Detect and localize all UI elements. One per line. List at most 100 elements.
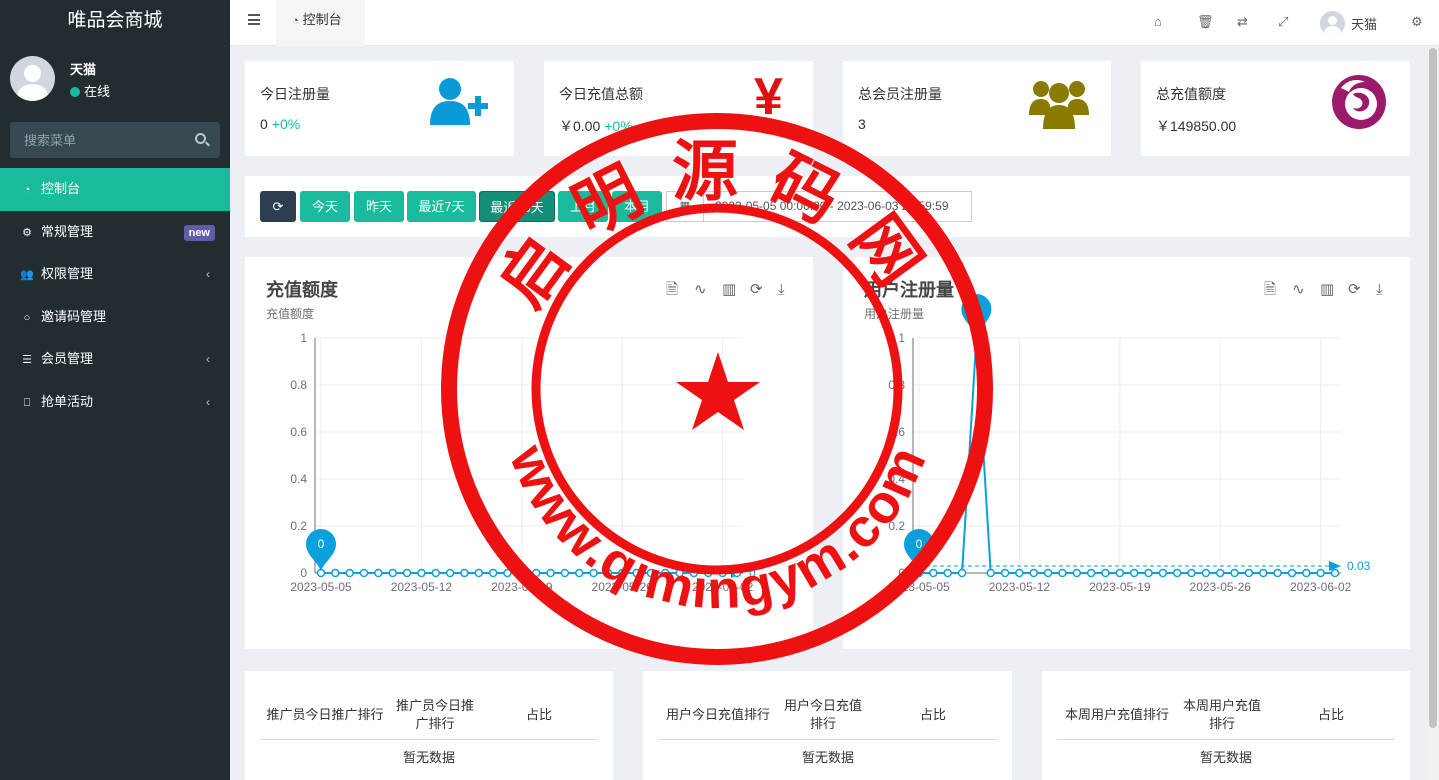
register-line-chart: 0 0.2 0.4 0.6 0.8 1 2023-05-05 2023-05-12 2023-0… (888, 294, 1371, 594)
trash-icon[interactable]: 🗑 (1197, 14, 1214, 30)
table-header: 用户今日充值排行 (658, 691, 778, 740)
table-header: 占比 (868, 691, 998, 740)
data-point (1058, 568, 1067, 578)
fullscreen-icon[interactable]: ⤢ (1278, 14, 1288, 30)
brand-logo[interactable]: 唯品会商城 (0, 0, 230, 45)
stat-label: 今日充值总额 (559, 86, 643, 102)
menu-search-input[interactable] (10, 122, 180, 158)
data-point (1043, 568, 1053, 578)
y-tick-label: 0.4 (290, 472, 307, 486)
data-point (1330, 568, 1340, 578)
chevron-left-icon: ‹ (206, 394, 210, 409)
sidebar-item-invite[interactable]: ○ 邀请码管理 (0, 296, 230, 339)
recharge-line-chart: 0 0.2 0.4 0.6 0.8 1 2023-05-05 2023-05-12 2023-0… (290, 331, 756, 594)
y-tick-label: 0.4 (888, 472, 905, 486)
data-point (517, 568, 527, 578)
data-point (1115, 568, 1125, 578)
data-point (661, 568, 670, 578)
stat-label: 总充值额度 (1156, 86, 1226, 102)
yesterday-button[interactable]: 昨天 (354, 191, 404, 222)
x-tick-label: 2023-05-12 (391, 580, 453, 594)
data-point (560, 568, 570, 578)
weekly-recharge-rank-table: 本周用户充值排行 本周用户充值排行 占比 暂无数据 (1042, 671, 1410, 780)
data-point (957, 568, 967, 578)
data-point (388, 568, 397, 578)
empty-row: 暂无数据 (801, 749, 854, 765)
stat-total-recharge: 总充值额度 ￥149850.00 (1141, 61, 1410, 156)
x-tick-label: 2023-05-05 (290, 580, 352, 594)
data-point (345, 568, 354, 578)
data-point (474, 568, 484, 578)
x-tick-label: 2023-05-12 (989, 580, 1051, 594)
group-icon: 👥 (20, 269, 34, 282)
page-scrollbar[interactable] (1427, 46, 1439, 780)
last-month-button[interactable]: 上月 (558, 191, 608, 222)
data-point (374, 568, 383, 578)
header-user-menu[interactable]: 天猫 (1320, 11, 1377, 36)
stat-total-members: 总会员注册量 3 (843, 61, 1111, 156)
scrollbar-thumb[interactable] (1429, 48, 1437, 728)
data-point (589, 568, 598, 578)
avatar (1320, 11, 1345, 36)
data-point (402, 568, 412, 578)
stat-value: ￥149850.00 (1156, 118, 1237, 134)
data-point (1302, 568, 1311, 578)
table-header: 推广员今日推广排行 (390, 691, 480, 740)
data-point (675, 568, 684, 578)
sidebar-item-activity[interactable]: ⎕ 抢单活动 ‹ (0, 381, 230, 424)
tab-dashboard[interactable]: ◔ 控制台 (276, 0, 365, 46)
y-tick-label: 1 (898, 331, 905, 345)
y-tick-label: 0.2 (290, 519, 307, 533)
sidebar-toggle-icon[interactable] (248, 14, 260, 25)
table-header: 推广员今日推广排行 (260, 691, 390, 740)
menu-search (10, 122, 220, 158)
data-point (732, 568, 742, 578)
sidebar-item-general[interactable]: ⚙ 常规管理 new (0, 211, 230, 254)
data-point (1086, 568, 1096, 578)
y-tick-label: 0 (300, 566, 307, 580)
dashboard-icon: ◔ (23, 184, 31, 196)
sidebar-item-auth[interactable]: 👥 权限管理 ‹ (0, 253, 230, 296)
last30days-button[interactable]: 最近30天 (479, 191, 555, 222)
y-tick-label: 0.8 (888, 378, 905, 392)
promoter-rank-table: 推广员今日推广排行 推广员今日推广排行 占比 暂无数据 (245, 671, 613, 780)
circle-icon: ○ (23, 311, 31, 324)
recharge-chart-panel: 充值额度 充值额度 🗎 ∿ ▥ ⟳ ⤓ 0 0.2 0.4 0.6 0.8 1 2023-05-05… (245, 257, 813, 649)
data-point (460, 568, 469, 578)
data-point (1244, 568, 1254, 578)
stat-value: ￥0.00 +0% (559, 118, 633, 134)
y-tick-label: 0.6 (888, 425, 905, 439)
avatar (10, 56, 55, 101)
user-plus-icon (430, 78, 488, 125)
stat-today-register: 今日注册量 0 +0% (245, 61, 514, 156)
home-icon[interactable]: ⌂ (1154, 14, 1162, 29)
stat-pct: +0% (271, 116, 301, 132)
last7days-button[interactable]: 最近7天 (407, 191, 476, 222)
user-status: 在线 (70, 81, 110, 100)
sidebar-item-members[interactable]: ☰ 会员管理 ‹ (0, 338, 230, 381)
date-range-input[interactable]: ▦ 2023-05-05 00:00:00 - 2023-06-03 23:59… (666, 191, 972, 222)
refresh-button[interactable]: ⟳ (260, 191, 296, 222)
empty-row: 暂无数据 (1199, 749, 1252, 765)
data-point (1029, 568, 1039, 578)
x-tick-label: 2023-05-05 (888, 580, 950, 594)
this-month-button[interactable]: 本月 (612, 191, 662, 222)
settings-icon[interactable]: ⚙ (1411, 14, 1423, 30)
online-dot-icon (70, 87, 80, 97)
search-icon[interactable] (195, 133, 206, 144)
data-point (546, 568, 555, 578)
data-point (617, 568, 627, 578)
sidebar-item-dashboard[interactable]: ◔ 控制台 (0, 168, 230, 211)
language-icon[interactable]: ⇄ (1237, 14, 1248, 30)
yen-icon: ¥ (754, 68, 783, 126)
calendar-icon: ▦ (667, 192, 704, 221)
data-point (503, 568, 512, 578)
data-point (417, 568, 426, 578)
chevron-left-icon: ‹ (206, 352, 210, 367)
x-tick-label: 2023-05-26 (1190, 580, 1252, 594)
data-point (1273, 568, 1282, 578)
data-point (1015, 568, 1024, 578)
today-button[interactable]: 今天 (300, 191, 350, 222)
cogs-icon: ⚙ (22, 226, 32, 239)
date-filter-toolbar: ⟳ 今天 昨天 最近7天 最近30天 上月 本月 ▦ 2023-05-05 00… (245, 176, 1410, 237)
